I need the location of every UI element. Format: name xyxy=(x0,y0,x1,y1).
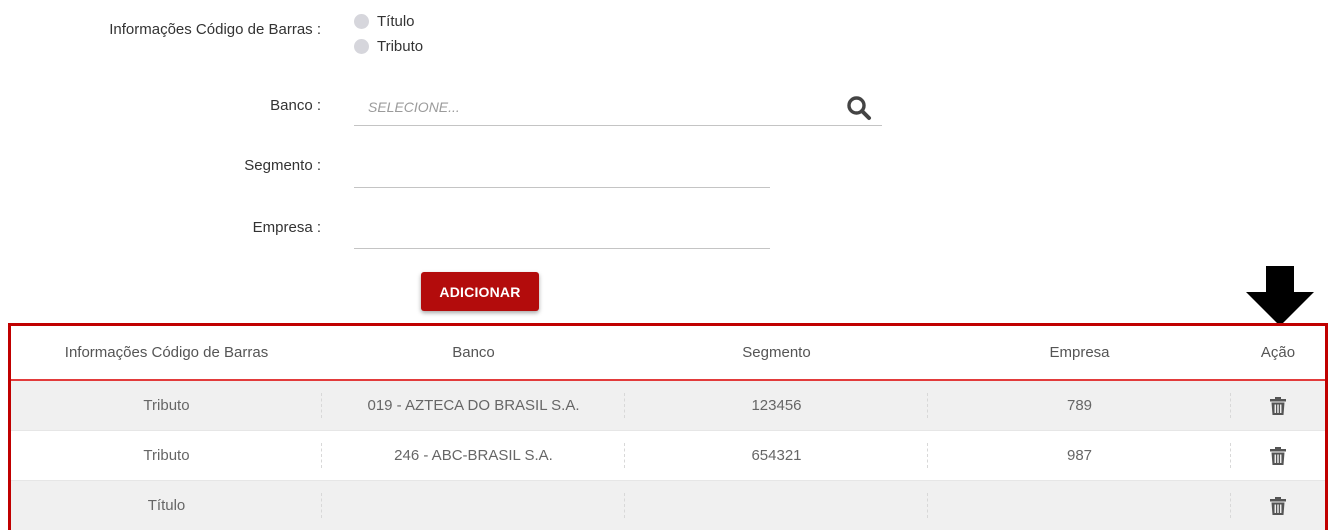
cell-segmento: 123456 xyxy=(625,380,928,431)
cell-empresa: 987 xyxy=(928,430,1231,481)
cell-banco: 246 - ABC-BRASIL S.A. xyxy=(322,430,625,481)
radio-circle-tributo[interactable] xyxy=(354,39,369,54)
banco-field xyxy=(354,89,882,126)
radio-label-titulo: Título xyxy=(377,13,415,30)
down-arrow-icon xyxy=(1246,266,1314,326)
cell-empresa xyxy=(928,480,1231,530)
header-empresa: Empresa xyxy=(928,326,1231,381)
barcode-table-container: Informações Código de Barras Banco Segme… xyxy=(8,323,1328,530)
cell-acao xyxy=(1231,380,1325,431)
banco-select-input[interactable] xyxy=(354,89,882,125)
cell-acao xyxy=(1231,480,1325,530)
table-row: Tributo 019 - AZTECA DO BRASIL S.A. 1234… xyxy=(11,380,1325,431)
cell-empresa: 789 xyxy=(928,380,1231,431)
radio-tributo[interactable]: Tributo xyxy=(354,34,423,59)
radio-circle-titulo[interactable] xyxy=(354,14,369,29)
cell-info: Tributo xyxy=(11,380,322,431)
trash-icon[interactable] xyxy=(1270,446,1286,465)
cell-info: Tributo xyxy=(11,430,322,481)
header-segmento: Segmento xyxy=(625,326,928,381)
trash-icon[interactable] xyxy=(1270,396,1286,415)
table-row: Tributo 246 - ABC-BRASIL S.A. 654321 987 xyxy=(11,430,1325,481)
cell-segmento: 654321 xyxy=(625,430,928,481)
trash-icon[interactable] xyxy=(1270,496,1286,515)
barcode-info-label: Informações Código de Barras : xyxy=(109,21,321,38)
cell-info: Título xyxy=(11,480,322,530)
header-info: Informações Código de Barras xyxy=(11,326,322,381)
radio-label-tributo: Tributo xyxy=(377,38,424,55)
segmento-field xyxy=(354,151,770,188)
header-acao: Ação xyxy=(1231,326,1325,381)
cell-banco xyxy=(322,480,625,530)
search-icon[interactable] xyxy=(846,95,872,121)
radio-titulo[interactable]: Título xyxy=(354,9,423,34)
empresa-input[interactable] xyxy=(354,212,770,248)
cell-segmento xyxy=(625,480,928,530)
barcode-type-radio-group: Título Tributo xyxy=(354,9,423,59)
segmento-input[interactable] xyxy=(354,151,770,187)
header-banco: Banco xyxy=(322,326,625,381)
cell-acao xyxy=(1231,430,1325,481)
empresa-field xyxy=(354,212,770,249)
table-header-row: Informações Código de Barras Banco Segme… xyxy=(11,326,1325,381)
banco-label: Banco : xyxy=(270,97,321,114)
add-button[interactable]: ADICIONAR xyxy=(421,272,539,311)
barcode-table: Informações Código de Barras Banco Segme… xyxy=(11,326,1325,530)
cell-banco: 019 - AZTECA DO BRASIL S.A. xyxy=(322,380,625,431)
segmento-label: Segmento : xyxy=(244,157,321,174)
empresa-label: Empresa : xyxy=(252,219,321,236)
table-row: Título xyxy=(11,480,1325,530)
page: Informações Código de Barras : Título Tr… xyxy=(0,0,1335,530)
